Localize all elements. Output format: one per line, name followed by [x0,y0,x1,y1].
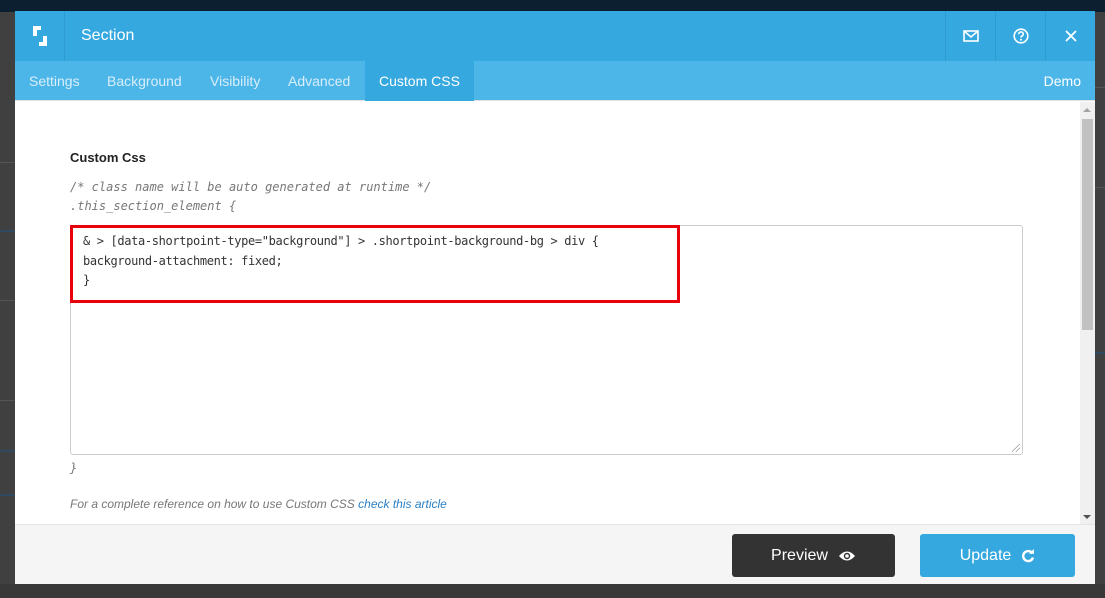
help-icon [1012,28,1029,44]
divider [1095,187,1105,188]
divider [0,494,15,496]
help-button[interactable] [995,11,1045,61]
tab-custom-css[interactable]: Custom CSS [365,61,474,101]
modal-header: Section [15,11,1095,61]
refresh-icon [1022,548,1035,562]
preview-button[interactable]: Preview [732,534,895,577]
preview-label: Preview [771,546,828,564]
section-modal: Section Settings Background Visibility A… [15,11,1095,584]
reference-text: For a complete reference on how to use C… [70,497,359,511]
update-button[interactable]: Update [920,534,1075,577]
demo-link[interactable]: Demo [1044,61,1081,101]
css-prefix: /* class name will be auto generated at … [70,178,431,216]
modal-tabs: Settings Background Visibility Advanced … [15,61,1095,101]
css-comment-line: /* class name will be auto generated at … [70,180,432,194]
custom-css-textarea[interactable]: & > [data-shortpoint-type="background"] … [70,225,1023,455]
scroll-thumb[interactable] [1082,119,1093,330]
modal-body: Custom Css /* class name will be auto ge… [15,102,1080,524]
reference-note: For a complete reference on how to use C… [70,497,447,511]
resize-handle[interactable] [1012,444,1020,452]
eye-icon [838,551,855,560]
shortpoint-logo-icon [15,11,65,61]
modal-title: Section [81,27,135,44]
tab-background[interactable]: Background [93,61,196,101]
custom-css-label: Custom Css [70,150,146,165]
check-article-link[interactable]: check this article [358,497,447,511]
tab-visibility[interactable]: Visibility [196,61,274,101]
scroll-down-arrow-icon[interactable] [1083,515,1091,519]
divider [1095,87,1105,88]
divider [0,450,15,452]
body-scrollbar[interactable] [1080,102,1095,524]
css-selector-line: .this_section_element { [70,199,237,213]
divider [0,162,15,163]
mail-icon [962,30,979,42]
tab-advanced[interactable]: Advanced [274,61,364,101]
custom-css-code[interactable]: & > [data-shortpoint-type="background"] … [83,232,599,291]
background-overlay-right [1095,12,1105,598]
background-overlay-bottom [0,584,1105,598]
mail-button[interactable] [945,11,995,61]
close-button[interactable] [1045,11,1095,61]
update-label: Update [959,546,1012,564]
scroll-up-arrow-icon[interactable] [1083,108,1091,112]
modal-footer: Preview Update [15,524,1095,584]
close-icon [1064,30,1077,42]
tab-settings[interactable]: Settings [15,61,94,101]
background-overlay-left [0,12,15,598]
css-closing-brace: } [70,461,78,475]
divider [0,230,15,232]
divider [0,300,15,301]
divider [0,400,15,401]
divider [1095,352,1105,354]
